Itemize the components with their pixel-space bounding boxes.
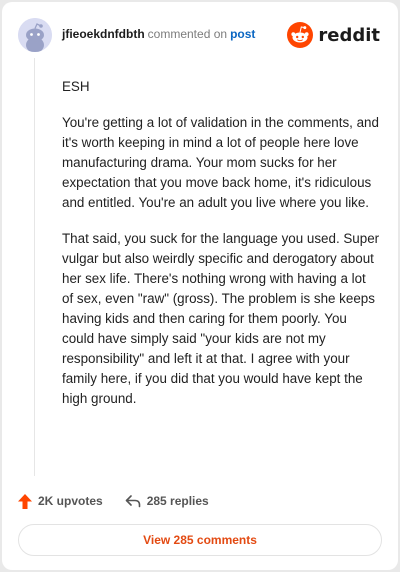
- reddit-wordmark: reddit: [318, 24, 380, 46]
- username-link[interactable]: jfieoekdnfdbth: [62, 27, 145, 41]
- comment-paragraph: You're getting a lot of validation in th…: [62, 115, 379, 210]
- user-avatar[interactable]: [18, 18, 52, 52]
- comment-actions: 2K upvotes 285 replies: [18, 490, 209, 512]
- reply-button[interactable]: 285 replies: [125, 494, 209, 508]
- reply-arrow-icon: [125, 495, 140, 508]
- upvote-arrow-icon: [18, 493, 32, 509]
- reddit-snoo-icon: [287, 22, 314, 48]
- comment-paragraph: ESH: [62, 79, 90, 94]
- reply-count: 285 replies: [146, 494, 209, 508]
- view-comments-button[interactable]: View 285 comments: [18, 524, 382, 556]
- comment-header: jfieoekdnfdbth commented on post reddit: [18, 18, 384, 52]
- upvote-count: 2K upvotes: [38, 494, 103, 508]
- thread-line[interactable]: [34, 58, 35, 476]
- comment-paragraph: That said, you suck for the language you…: [62, 231, 380, 406]
- comment-card: jfieoekdnfdbth commented on post reddit ES…: [2, 2, 398, 570]
- commented-on-text: commented on: [147, 27, 228, 41]
- comment-body: ESH You're getting a lot of validation i…: [62, 77, 380, 425]
- upvote-button[interactable]: 2K upvotes: [18, 493, 103, 509]
- default-snoo-avatar-icon: [18, 18, 52, 52]
- comment-meta: jfieoekdnfdbth commented on post: [62, 27, 255, 41]
- reddit-brand[interactable]: reddit: [287, 20, 380, 50]
- post-link[interactable]: post: [230, 27, 255, 41]
